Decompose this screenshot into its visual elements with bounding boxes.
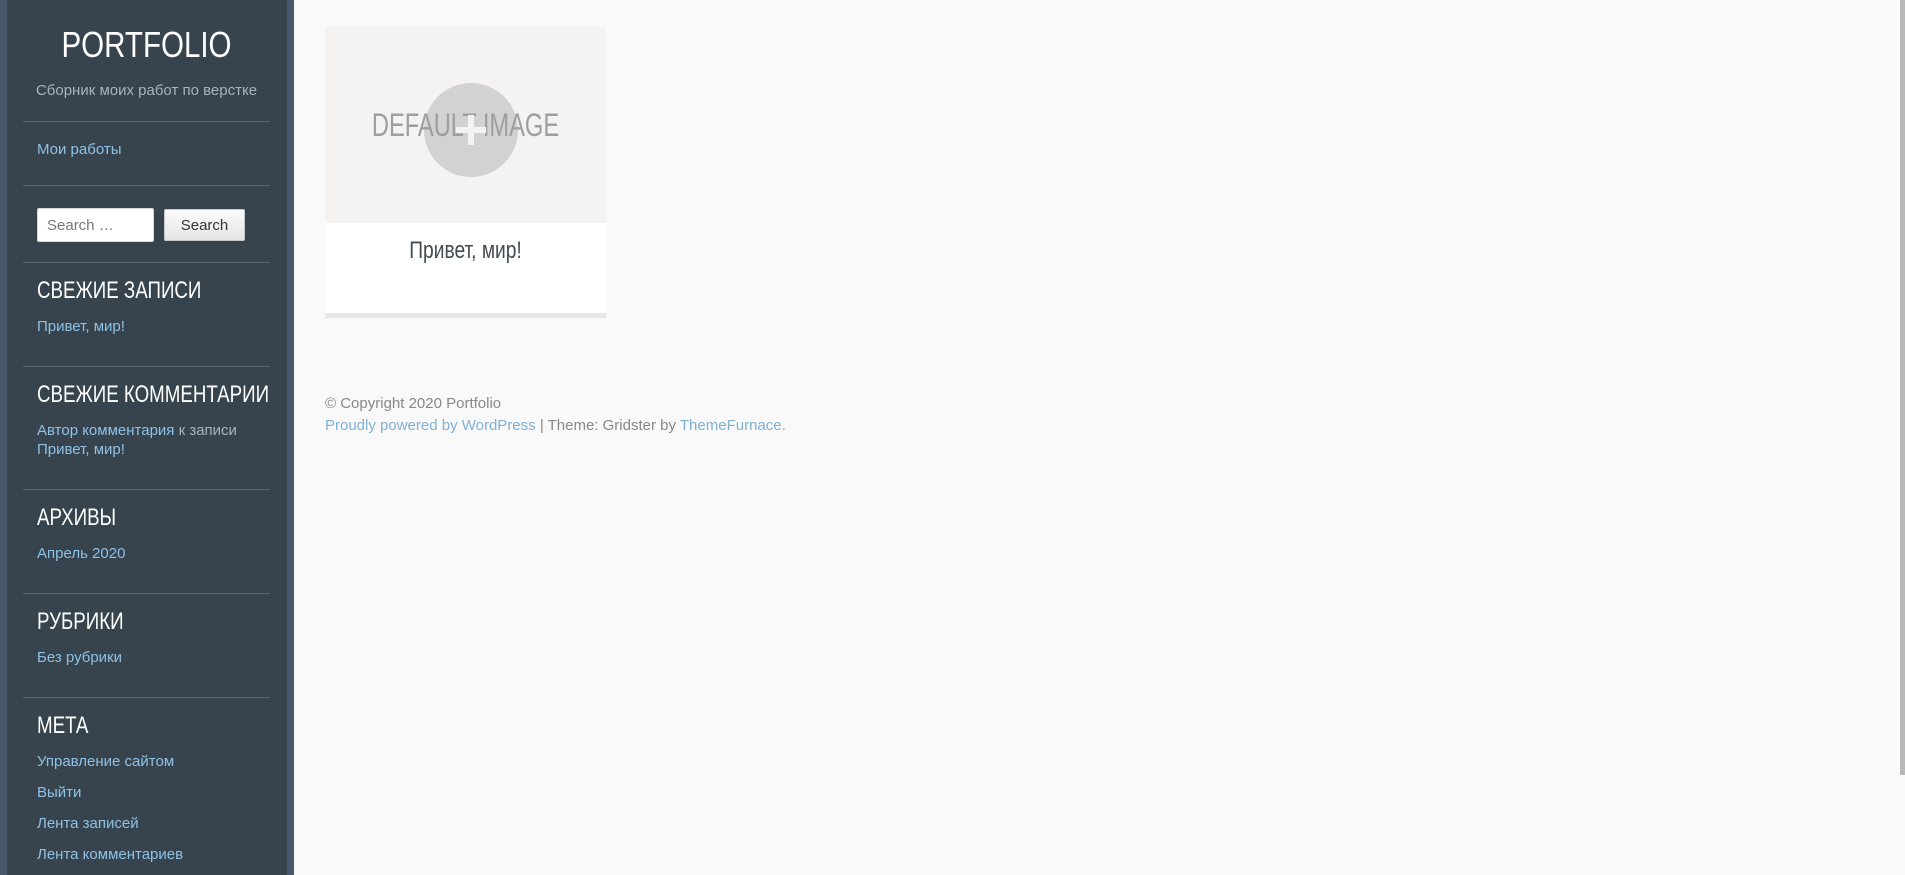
widget-archives: АРХИВЫ Апрель 2020: [23, 490, 270, 593]
widget-title: АРХИВЫ: [37, 504, 117, 531]
widget-title: СВЕЖИЕ КОММЕНТАРИИ: [37, 381, 270, 408]
widget-content: Привет, мир!: [37, 317, 256, 336]
comment-post-link[interactable]: Привет, мир!: [37, 441, 125, 458]
comment-author-link[interactable]: Автор комментария: [37, 422, 174, 439]
widget-title: СВЕЖИЕ ЗАПИСИ: [37, 277, 202, 304]
category-link[interactable]: Без рубрики: [37, 649, 122, 666]
widget-content: Автор комментария к записи Привет, мир!: [37, 421, 256, 459]
main-menu: Мои работы: [23, 122, 270, 185]
sidebar: PORTFOLIO Сборник моих работ по верстке …: [0, 0, 294, 875]
search-button[interactable]: Search: [164, 209, 245, 241]
menu-item-my-works[interactable]: Мои работы: [37, 141, 122, 158]
main-content: DEFAULT IMAGE Привет, мир!: [325, 27, 606, 318]
widget-content: Управление сайтом Выйти Лента записей Ле…: [37, 752, 256, 864]
theme-credit: | Theme: Gridster by: [535, 417, 680, 434]
meta-link-admin[interactable]: Управление сайтом: [37, 752, 256, 771]
widget-recent-posts: СВЕЖИЕ ЗАПИСИ Привет, мир!: [23, 263, 270, 366]
comment-connector: к записи: [174, 422, 237, 439]
widget-categories: РУБРИКИ Без рубрики: [23, 594, 270, 697]
copyright: © Copyright 2020 Portfolio: [325, 395, 502, 412]
site-title[interactable]: PORTFOLIO: [45, 24, 248, 66]
widget-recent-comments: СВЕЖИЕ КОММЕНТАРИИ Автор комментария к з…: [23, 367, 270, 489]
post-card[interactable]: DEFAULT IMAGE Привет, мир!: [325, 27, 606, 318]
credits: Proudly powered by WordPress | Theme: Gr…: [325, 415, 786, 437]
recent-post-link[interactable]: Привет, мир!: [37, 318, 125, 335]
meta-link-comments-feed[interactable]: Лента комментариев: [37, 845, 256, 864]
site-footer: © Copyright 2020 Portfolio Proudly power…: [325, 393, 786, 437]
default-image-label: DEFAULT IMAGE: [371, 107, 560, 143]
scrollbar[interactable]: [1900, 0, 1905, 775]
page: PORTFOLIO Сборник моих работ по верстке …: [0, 0, 1905, 875]
widget-title: РУБРИКИ: [37, 608, 124, 635]
site-description: Сборник моих работ по верстке: [35, 82, 258, 99]
sidebar-inner: PORTFOLIO Сборник моих работ по верстке …: [23, 0, 270, 875]
archive-link[interactable]: Апрель 2020: [37, 545, 125, 562]
post-thumbnail[interactable]: DEFAULT IMAGE: [325, 27, 606, 223]
wordpress-link[interactable]: Proudly powered by WordPress: [325, 417, 536, 434]
plus-icon: [456, 127, 486, 133]
widget-content: Без рубрики: [37, 648, 256, 667]
search-form: Search: [23, 186, 270, 262]
widget-content: Апрель 2020: [37, 544, 256, 563]
widget-meta: МЕТА Управление сайтом Выйти Лента запис…: [23, 698, 270, 875]
search-input[interactable]: [37, 208, 154, 242]
themefurnace-link[interactable]: ThemeFurnace.: [680, 417, 786, 434]
post-title-link[interactable]: Привет, мир!: [353, 237, 578, 265]
widget-title: МЕТА: [37, 712, 89, 739]
meta-link-logout[interactable]: Выйти: [37, 783, 256, 802]
meta-link-posts-feed[interactable]: Лента записей: [37, 814, 256, 833]
